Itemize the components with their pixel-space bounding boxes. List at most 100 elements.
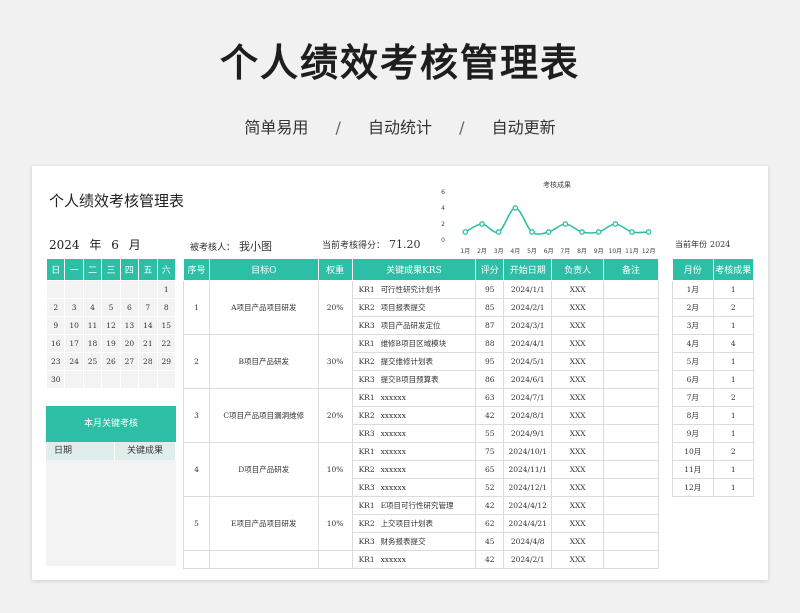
key-result-remark[interactable] [603, 316, 659, 335]
key-result-cell[interactable]: KR2 xxxxxx [351, 406, 477, 425]
key-result-owner[interactable]: XXX [551, 334, 605, 353]
key-result-cell[interactable]: KR1 维修B项目区域模块 [351, 334, 477, 353]
key-result-start-date[interactable]: 2024/10/1 [503, 442, 553, 461]
key-result-start-date[interactable]: 2024/11/1 [503, 460, 553, 479]
key-result-score[interactable]: 65 [475, 460, 505, 479]
calendar-day[interactable]: 17 [64, 334, 84, 353]
key-result-start-date[interactable]: 2024/7/1 [503, 388, 553, 407]
key-result-remark[interactable] [603, 442, 659, 461]
calendar-day[interactable]: 1 [156, 280, 177, 299]
key-result-remark[interactable] [603, 514, 659, 533]
key-result-start-date[interactable]: 2024/2/1 [503, 298, 553, 317]
calendar-day[interactable] [119, 370, 140, 389]
key-result-start-date[interactable]: 2024/5/1 [503, 352, 553, 371]
calendar-day[interactable]: 24 [64, 352, 84, 371]
objective-weight[interactable]: 20% [317, 388, 353, 443]
key-result-remark[interactable] [603, 496, 659, 515]
objective-weight[interactable] [317, 550, 353, 569]
key-result-score[interactable]: 87 [475, 316, 505, 335]
key-result-score[interactable]: 95 [475, 280, 505, 299]
key-result-cell[interactable]: KR3 xxxxxx [351, 424, 477, 443]
key-result-start-date[interactable]: 2024/12/1 [503, 478, 553, 497]
calendar-day[interactable]: 5 [101, 298, 121, 317]
calendar-day[interactable]: 13 [119, 316, 140, 335]
calendar-day[interactable] [138, 370, 158, 389]
calendar-day[interactable]: 11 [82, 316, 103, 335]
calendar-day[interactable] [64, 370, 84, 389]
key-result-cell[interactable]: KR1 xxxxxx [351, 442, 477, 461]
key-result-remark[interactable] [603, 388, 659, 407]
key-result-score[interactable]: 62 [475, 514, 505, 533]
calendar-day[interactable]: 14 [138, 316, 158, 335]
calendar-day[interactable]: 19 [101, 334, 121, 353]
calendar-day[interactable]: 28 [138, 352, 158, 371]
key-result-cell[interactable]: KR1 xxxxxx [351, 388, 477, 407]
calendar-day[interactable]: 3 [64, 298, 84, 317]
key-result-start-date[interactable]: 2024/6/1 [503, 370, 553, 389]
calendar-day[interactable]: 20 [119, 334, 140, 353]
calendar-day[interactable] [119, 280, 140, 299]
key-result-cell[interactable]: KR1 E项目可行性研究管理 [351, 496, 477, 515]
key-result-score[interactable]: 75 [475, 442, 505, 461]
key-result-cell[interactable]: KR2 项目报表提交 [351, 298, 477, 317]
key-result-cell[interactable]: KR3 提交B项目预算表 [351, 370, 477, 389]
key-result-owner[interactable]: XXX [551, 388, 605, 407]
calendar-day[interactable] [101, 280, 121, 299]
objective-name[interactable]: A项目产品项目研发 [208, 280, 319, 335]
key-result-remark[interactable] [603, 424, 659, 443]
key-result-cell[interactable]: KR2 上交项目计划表 [351, 514, 477, 533]
objective-weight[interactable]: 10% [317, 442, 353, 497]
key-result-score[interactable]: 86 [475, 370, 505, 389]
calendar-day[interactable]: 30 [45, 370, 66, 389]
objective-name[interactable] [208, 550, 319, 569]
objective-name[interactable]: B项目产品研发 [208, 334, 319, 389]
key-result-start-date[interactable]: 2024/8/1 [503, 406, 553, 425]
key-result-cell[interactable]: KR2 提交维修计划表 [351, 352, 477, 371]
calendar-day[interactable]: 25 [82, 352, 103, 371]
key-result-cell[interactable]: KR3 xxxxxx [351, 478, 477, 497]
calendar-day[interactable]: 4 [82, 298, 103, 317]
objective-weight[interactable]: 20% [317, 280, 353, 335]
key-result-cell[interactable]: KR1 可行性研究计划书 [351, 280, 477, 299]
calendar-day[interactable]: 12 [101, 316, 121, 335]
objective-name[interactable]: C项目产品项目漏洞维修 [208, 388, 319, 443]
key-result-score[interactable]: 52 [475, 478, 505, 497]
calendar-day[interactable]: 7 [138, 298, 158, 317]
calendar-day[interactable] [64, 280, 84, 299]
key-result-owner[interactable]: XXX [551, 316, 605, 335]
calendar-day[interactable]: 27 [119, 352, 140, 371]
calendar-day[interactable]: 2 [45, 298, 66, 317]
calendar-day[interactable] [101, 370, 121, 389]
objective-weight[interactable]: 10% [317, 496, 353, 551]
objective-weight[interactable]: 30% [317, 334, 353, 389]
key-result-score[interactable]: 42 [475, 496, 505, 515]
key-result-owner[interactable]: XXX [551, 280, 605, 299]
calendar-day[interactable]: 22 [156, 334, 177, 353]
calendar-day[interactable] [138, 280, 158, 299]
key-result-remark[interactable] [603, 352, 659, 371]
key-result-start-date[interactable]: 2024/4/1 [503, 334, 553, 353]
key-result-score[interactable]: 42 [475, 406, 505, 425]
key-result-owner[interactable]: XXX [551, 478, 605, 497]
key-result-remark[interactable] [603, 280, 659, 299]
calendar-day[interactable] [45, 280, 66, 299]
key-result-cell[interactable]: KR1 xxxxxx [351, 550, 477, 569]
key-result-owner[interactable]: XXX [551, 298, 605, 317]
calendar-day[interactable]: 15 [156, 316, 177, 335]
key-result-owner[interactable]: XXX [551, 424, 605, 443]
calendar-day[interactable] [82, 370, 103, 389]
calendar-day[interactable]: 8 [156, 298, 177, 317]
objective-name[interactable]: E项目产品项目研发 [208, 496, 319, 551]
calendar-day[interactable]: 26 [101, 352, 121, 371]
key-result-owner[interactable]: XXX [551, 496, 605, 515]
calendar-day[interactable]: 23 [45, 352, 66, 371]
key-result-score[interactable]: 95 [475, 352, 505, 371]
date-selector[interactable]: 2024 年 6 月 [49, 236, 147, 253]
key-result-score[interactable]: 88 [475, 334, 505, 353]
key-result-start-date[interactable]: 2024/4/21 [503, 514, 553, 533]
key-result-owner[interactable]: XXX [551, 406, 605, 425]
key-result-remark[interactable] [603, 370, 659, 389]
key-result-remark[interactable] [603, 334, 659, 353]
key-result-start-date[interactable]: 2024/1/1 [503, 280, 553, 299]
calendar-day[interactable]: 29 [156, 352, 177, 371]
